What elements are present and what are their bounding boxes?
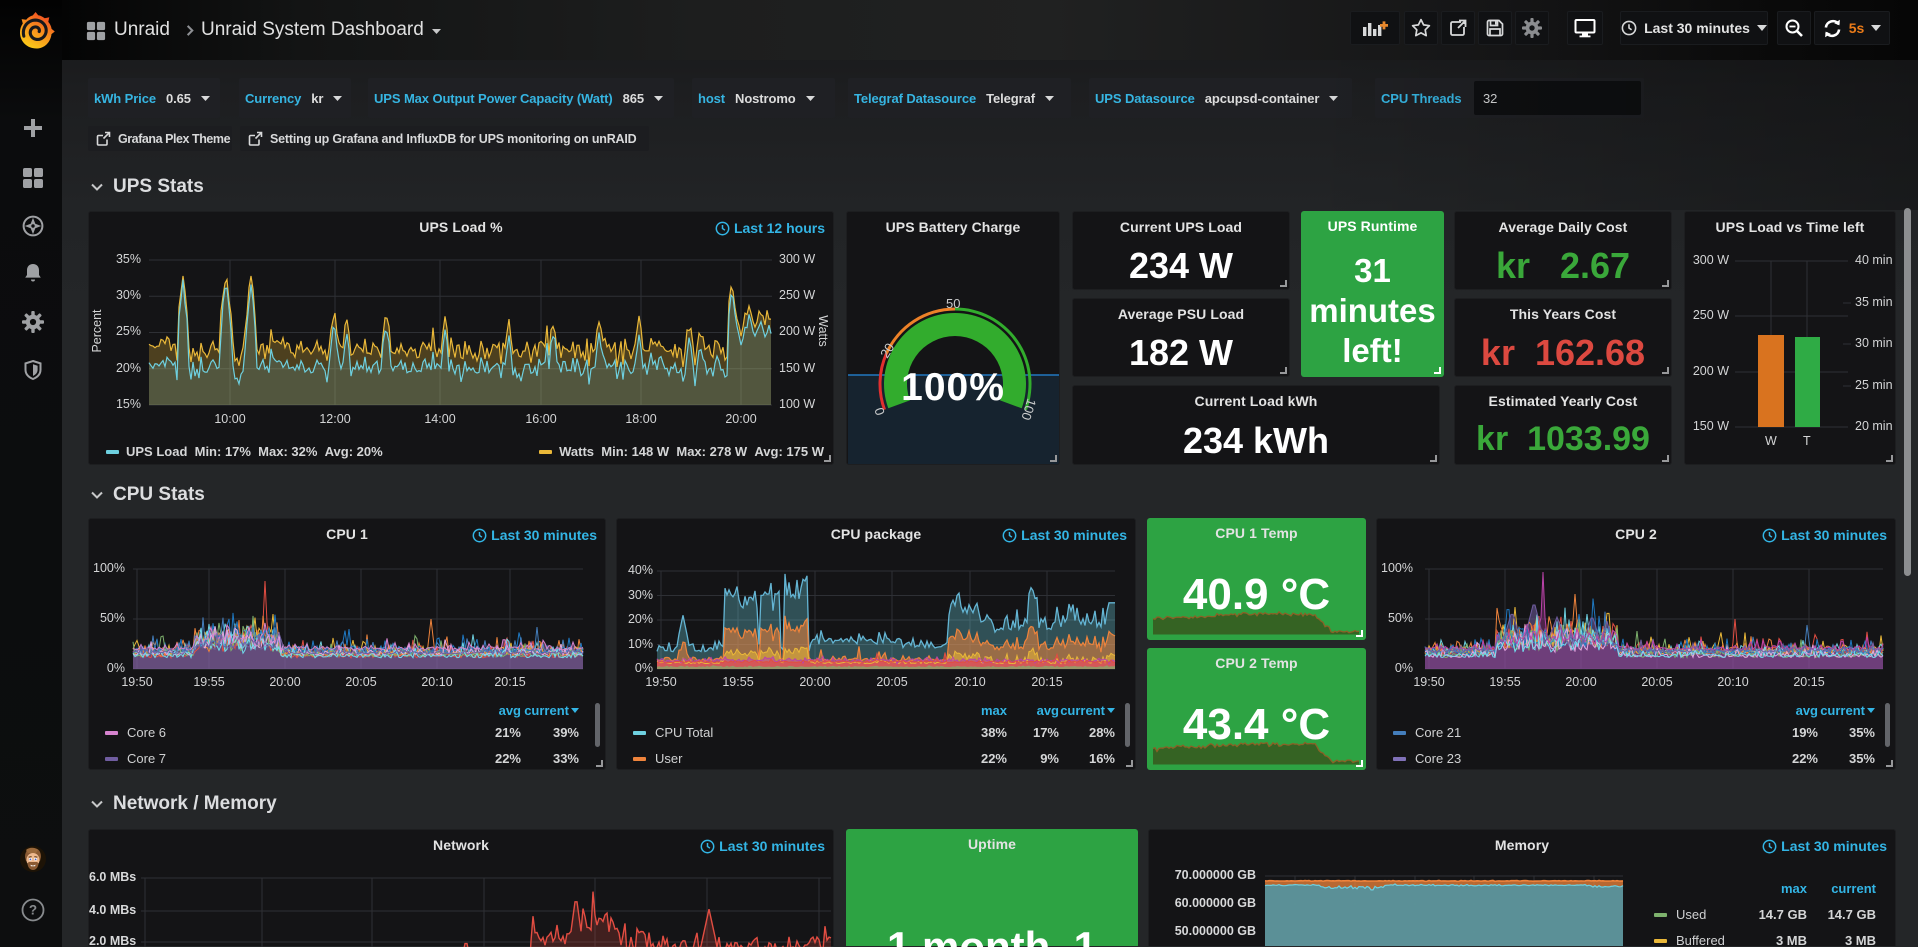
svg-text:?: ? <box>29 903 37 918</box>
